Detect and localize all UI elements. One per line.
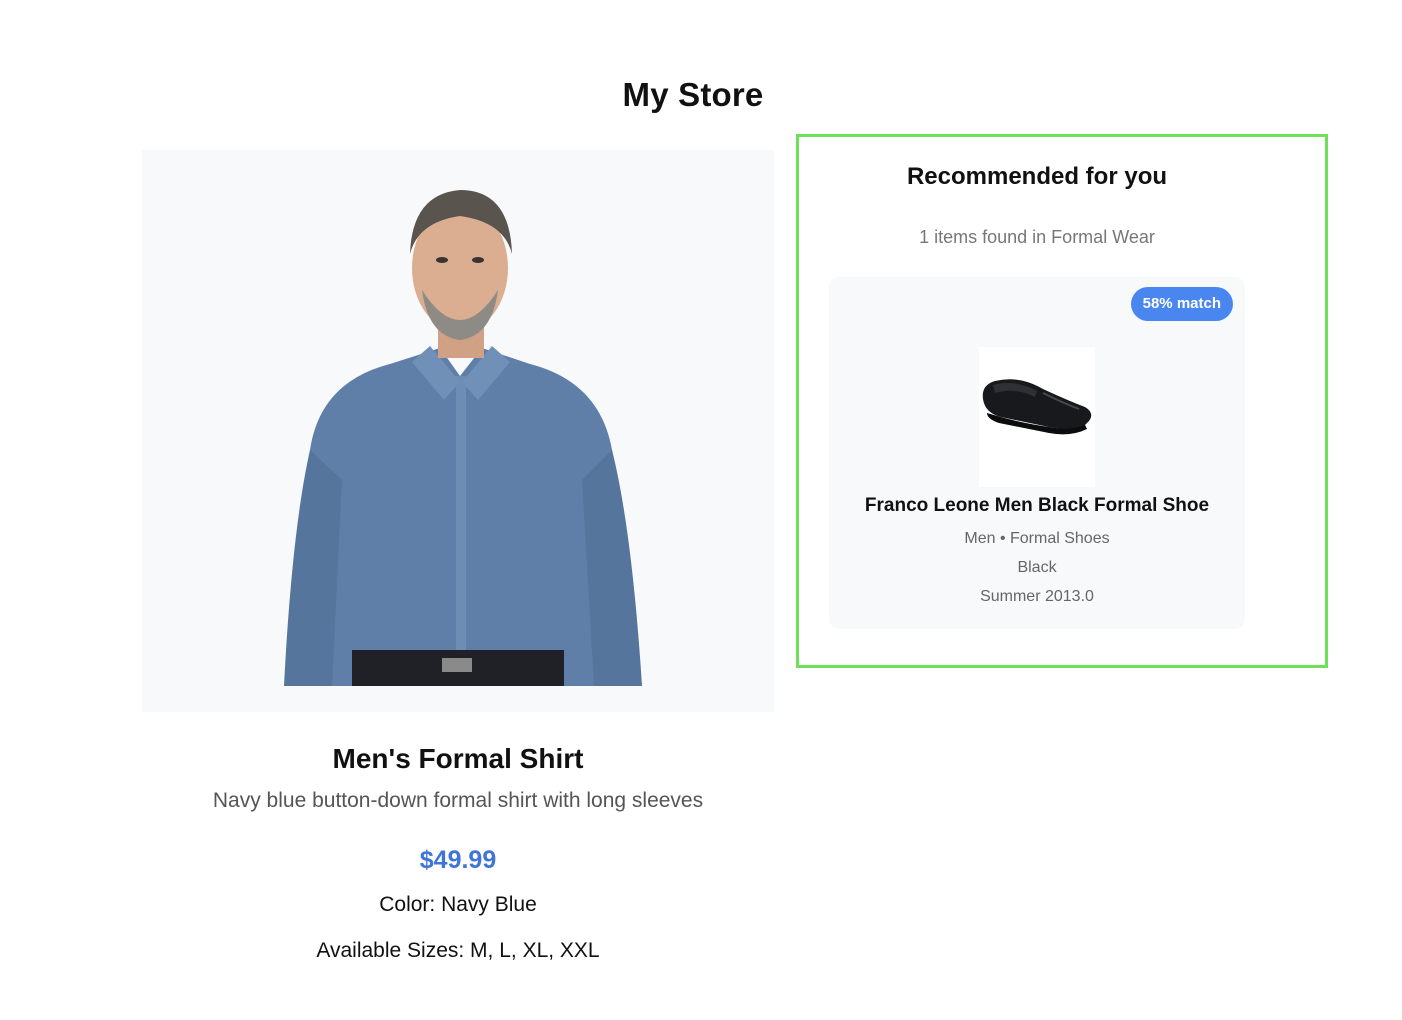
recommendations-count: 1 items found in Formal Wear	[919, 227, 1155, 247]
shoe-image	[979, 347, 1095, 487]
product-color: Color: Navy Blue	[379, 893, 537, 916]
page-title: My Store	[622, 76, 764, 113]
recommendation-color: Black	[1017, 559, 1057, 576]
product-info: Men's Formal Shirt Navy blue button-down…	[142, 736, 774, 966]
recommendation-name: Franco Leone Men Black Formal Shoe	[864, 495, 1210, 516]
match-badge: 58% match	[1130, 287, 1233, 321]
recommendations-panel: Recommended for you 1 items found in For…	[796, 134, 1328, 668]
recommendation-category: Men • Formal Shoes	[964, 530, 1110, 547]
product-description: Navy blue button-down formal shirt with …	[212, 789, 704, 812]
recommendations-title: Recommended for you	[906, 163, 1168, 190]
product-price: $49.99	[419, 846, 497, 874]
product-name: Men's Formal Shirt	[332, 743, 584, 774]
store-page: My Store Men's Formal Shirt Navy blue bu…	[0, 0, 1402, 1020]
product-image	[142, 150, 774, 712]
product-sizes: Available Sizes: M, L, XL, XXL	[316, 939, 600, 962]
recommendation-season: Summer 2013.0	[980, 588, 1094, 605]
recommendation-card[interactable]: 58% match Franco Leone Men Black Formal …	[829, 277, 1245, 629]
